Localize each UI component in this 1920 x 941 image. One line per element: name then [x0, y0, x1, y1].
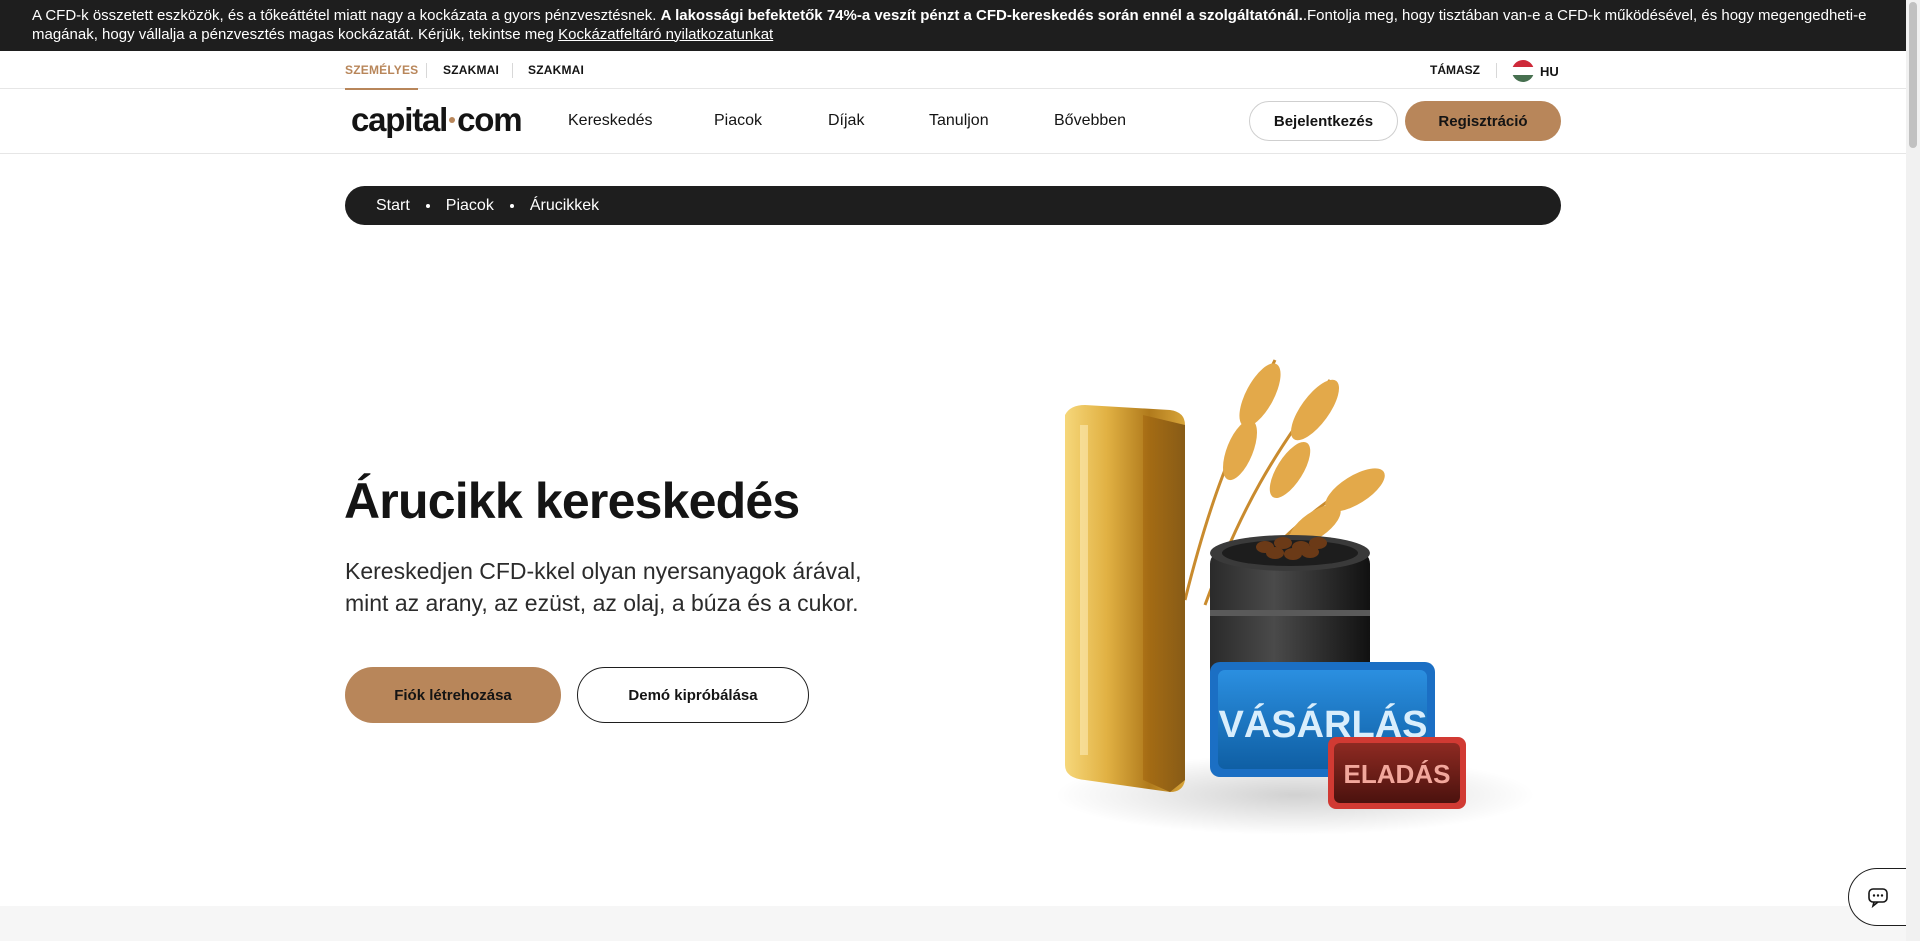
scrollbar-thumb[interactable] — [1909, 2, 1917, 148]
logo-text-right: com — [457, 101, 522, 138]
segment-divider — [512, 63, 513, 78]
segment-divider — [426, 63, 427, 78]
segment-personal[interactable]: SZEMÉLYES — [345, 51, 419, 90]
capital-com-logo[interactable]: capital com — [351, 101, 523, 139]
audience-bar: SZEMÉLYES SZAKMAI SZAKMAI TÁMASZ HU — [0, 51, 1906, 90]
page-title: Árucikk kereskedés — [344, 473, 800, 529]
logo-dot-icon — [449, 117, 456, 124]
nav-trading[interactable]: Kereskedés — [568, 89, 653, 152]
hungary-flag-icon — [1512, 60, 1534, 82]
gold-bar-icon — [1065, 405, 1185, 792]
breadcrumb-separator-icon — [425, 203, 430, 208]
segment-professional-2[interactable]: SZAKMAI — [528, 51, 584, 89]
risk-warning-text: A CFD-k összetett eszközök, és a tőkeátt… — [32, 7, 661, 24]
try-demo-button[interactable]: Demó kipróbálása — [577, 667, 809, 723]
nav-fees[interactable]: Díjak — [828, 89, 864, 152]
segment-divider — [1496, 63, 1497, 78]
login-button[interactable]: Bejelentkezés — [1249, 101, 1398, 141]
commodities-illustration: VÁSÁRLÁS ELADÁS — [1035, 340, 1535, 860]
logo-text-left: capital — [351, 101, 448, 138]
sell-sign-label: ELADÁS — [1344, 759, 1451, 789]
breadcrumb-markets[interactable]: Piacok — [446, 197, 494, 215]
wheat-grain-icon — [1223, 363, 1385, 546]
chat-bubble-icon — [1867, 888, 1888, 908]
create-account-button[interactable]: Fiók létrehozása — [345, 667, 561, 723]
breadcrumb-commodities: Árucikkek — [529, 196, 600, 214]
breadcrumb-separator-icon — [509, 203, 514, 208]
risk-disclosure-link[interactable]: Kockázatfeltáró nyilatkozatunkat — [558, 26, 773, 43]
risk-warning-bold: A lakossági befektetők 74%-a veszít pénz… — [660, 7, 1303, 24]
language-code: HU — [1540, 63, 1559, 79]
chat-button[interactable] — [1848, 868, 1906, 926]
nav-markets[interactable]: Piacok — [714, 89, 762, 152]
breadcrumb-start[interactable]: Start — [376, 197, 410, 215]
breadcrumb: Start Piacok Árucikkek — [345, 186, 1561, 225]
page-scrollbar[interactable] — [1906, 0, 1920, 941]
language-selector[interactable]: HU — [1512, 60, 1559, 82]
support-link[interactable]: TÁMASZ — [1430, 51, 1480, 89]
main-navigation: capital com Kereskedés Piacok Díjak Tanul… — [0, 89, 1906, 154]
sell-sign-art: ELADÁS — [1328, 737, 1466, 809]
nav-more[interactable]: Bővebben — [1054, 89, 1126, 152]
hero-subtitle: Kereskedjen CFD-kkel olyan nyersanyagok … — [345, 558, 862, 616]
risk-warning-banner: A CFD-k összetett eszközök, és a tőkeátt… — [0, 0, 1906, 51]
next-section-strip — [0, 906, 1906, 941]
nav-learn[interactable]: Tanuljon — [929, 89, 989, 152]
register-button[interactable]: Regisztráció — [1405, 101, 1561, 141]
segment-professional[interactable]: SZAKMAI — [443, 51, 499, 89]
